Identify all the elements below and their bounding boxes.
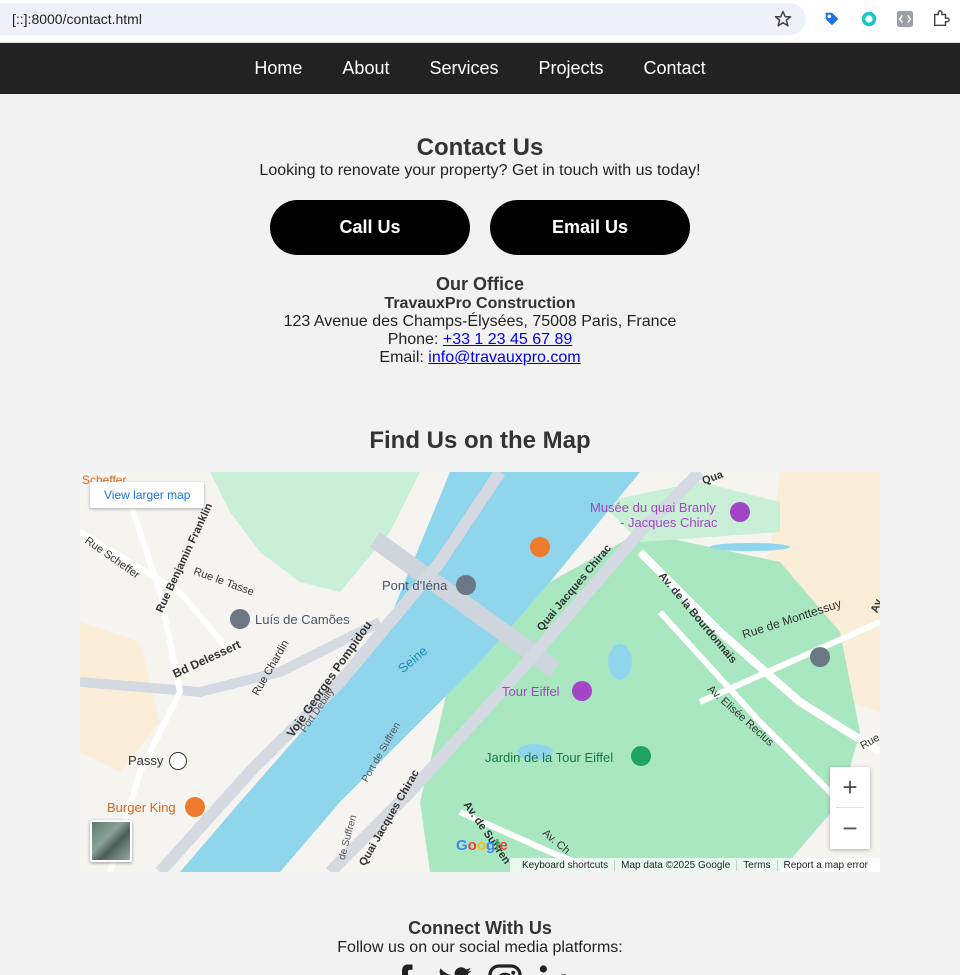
statue-marker-icon[interactable]: [230, 609, 250, 629]
terms-link[interactable]: Terms: [737, 859, 778, 871]
map-label-burger-king: Burger King: [107, 800, 176, 815]
zoom-in-button[interactable]: +: [830, 767, 870, 807]
office-email-line: Email: info@travauxpro.com: [0, 349, 960, 367]
nav-contact[interactable]: Contact: [624, 43, 726, 94]
browser-toolbar: [::]:8000/contact.html: [0, 0, 960, 43]
map-attribution-bar: Keyboard shortcuts Map data ©2025 Google…: [509, 858, 880, 872]
office-heading: Our Office: [435, 274, 524, 294]
contact-buttons: Call Us Email Us: [0, 200, 960, 255]
connect-title: Connect With Us: [408, 918, 552, 938]
facebook-icon[interactable]: [387, 963, 423, 975]
map-label-tour-eiffel: Tour Eiffel: [502, 684, 560, 699]
zoom-out-button[interactable]: −: [830, 808, 870, 848]
view-larger-map-link[interactable]: View larger map: [90, 482, 205, 508]
linkedin-icon[interactable]: [537, 963, 573, 975]
main-navigation: Home About Services Projects Contact: [0, 43, 960, 94]
museum-marker-icon[interactable]: [730, 502, 750, 522]
page-title: Contact Us: [416, 134, 544, 161]
address-bar[interactable]: [::]:8000/contact.html: [0, 3, 806, 35]
extension-tag-icon[interactable]: [823, 10, 841, 28]
phone-label: Phone:: [387, 331, 443, 348]
company-name: TravauxPro Construction: [384, 295, 576, 312]
office-phone-line: Phone: +33 1 23 45 67 89: [0, 331, 960, 349]
map-label-passy: Passy: [128, 753, 164, 768]
extensions-puzzle-icon[interactable]: [932, 10, 950, 28]
contact-section: Contact Us Looking to renovate your prop…: [0, 94, 960, 255]
restaurant-marker-icon[interactable]: [530, 537, 550, 557]
zoom-controls: + −: [830, 767, 870, 849]
map-title: Find Us on the Map: [369, 427, 591, 454]
keyboard-shortcuts-link[interactable]: Keyboard shortcuts: [516, 859, 616, 871]
connect-section: Connect With Us Follow us on our social …: [0, 917, 960, 975]
social-links: [0, 963, 960, 975]
instagram-icon[interactable]: [487, 963, 523, 975]
bookmark-star-icon[interactable]: [773, 9, 793, 29]
office-address: 123 Avenue des Champs-Élysées, 75008 Par…: [283, 313, 677, 330]
school-marker-icon[interactable]: [810, 647, 830, 667]
url-text: [::]:8000/contact.html: [12, 11, 142, 27]
email-us-button[interactable]: Email Us: [490, 200, 690, 255]
map-data-text: Map data ©2025 Google: [615, 859, 738, 871]
contact-subtitle: Looking to renovate your property? Get i…: [259, 162, 701, 179]
connect-subtitle: Follow us on our social media platforms:: [337, 939, 623, 956]
bridge-marker-icon[interactable]: [456, 575, 476, 595]
map-label-jardin: Jardin de la Tour Eiffel: [485, 750, 614, 765]
map-label-luis: Luís de Camões: [255, 612, 350, 627]
burger-king-marker-icon[interactable]: [185, 797, 205, 817]
tour-eiffel-marker-icon[interactable]: [572, 681, 592, 701]
twitter-icon[interactable]: [437, 963, 473, 975]
email-link[interactable]: info@travauxpro.com: [428, 349, 580, 366]
satellite-toggle-button[interactable]: [90, 820, 132, 862]
nav-home[interactable]: Home: [234, 43, 322, 94]
email-label: Email:: [379, 349, 429, 366]
embedded-map[interactable]: Musée du quai Branly - Jacques Chirac Pon…: [80, 472, 880, 872]
extension-code-icon[interactable]: [896, 10, 914, 28]
report-error-link[interactable]: Report a map error: [778, 860, 874, 871]
google-logo: Google: [456, 837, 508, 854]
nav-about[interactable]: About: [322, 43, 409, 94]
nav-projects[interactable]: Projects: [519, 43, 624, 94]
extension-circle-icon[interactable]: [860, 10, 878, 28]
park-marker-icon[interactable]: [631, 746, 651, 766]
map-label-pont: Pont d'Iéna: [382, 578, 448, 593]
map-label-musee: Musée du quai Branly - Jacques Chirac: [590, 500, 718, 530]
phone-link[interactable]: +33 1 23 45 67 89: [443, 331, 572, 348]
nav-services[interactable]: Services: [409, 43, 518, 94]
metro-marker-icon[interactable]: [169, 752, 187, 770]
office-info: Our Office TravauxPro Construction 123 A…: [0, 273, 960, 367]
call-us-button[interactable]: Call Us: [270, 200, 470, 255]
